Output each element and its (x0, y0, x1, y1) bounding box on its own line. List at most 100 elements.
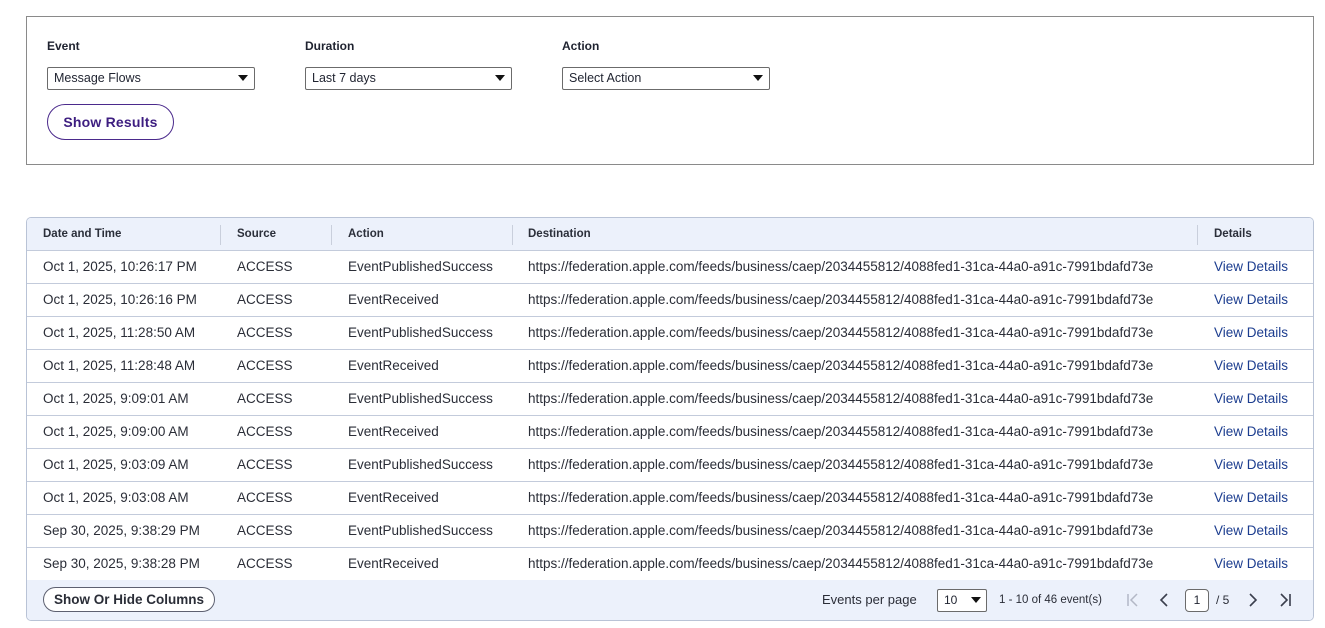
cell-destination: https://federation.apple.com/feeds/busin… (528, 424, 1154, 439)
view-details-link[interactable]: View Details (1214, 317, 1288, 349)
duration-filter: Duration Last 7 days (305, 38, 513, 90)
table-footer: Show Or Hide Columns Events per page 10 … (27, 580, 1313, 620)
cell-source: ACCESS (237, 523, 293, 538)
chevron-left-icon[interactable] (1155, 591, 1173, 609)
action-filter-label: Action (562, 39, 600, 53)
view-details-link[interactable]: View Details (1214, 284, 1288, 316)
table-row: Oct 1, 2025, 9:03:09 AM ACCESS EventPubl… (27, 449, 1313, 482)
caret-down-icon (753, 75, 763, 81)
cell-source: ACCESS (237, 556, 293, 571)
cell-source: ACCESS (237, 292, 293, 307)
chevron-right-icon[interactable] (1244, 591, 1262, 609)
table-row: Sep 30, 2025, 9:38:28 PM ACCESS EventRec… (27, 548, 1313, 581)
table-row: Oct 1, 2025, 10:26:17 PM ACCESS EventPub… (27, 251, 1313, 284)
events-table: Date and Time Source Action Destination … (26, 217, 1314, 621)
cell-date: Oct 1, 2025, 9:09:00 AM (43, 424, 189, 439)
column-divider (220, 225, 221, 245)
cell-source: ACCESS (237, 391, 293, 406)
cell-date: Oct 1, 2025, 9:03:09 AM (43, 457, 189, 472)
event-select-value: Message Flows (54, 71, 141, 85)
table-row: Oct 1, 2025, 10:26:16 PM ACCESS EventRec… (27, 284, 1313, 317)
cell-action: EventPublishedSuccess (348, 457, 493, 472)
cell-action: EventReceived (348, 292, 439, 307)
filter-panel: Event Message Flows Duration Last 7 days… (26, 16, 1314, 165)
events-per-page-select[interactable]: 10 (937, 589, 987, 612)
caret-down-icon (971, 597, 981, 603)
cell-source: ACCESS (237, 424, 293, 439)
cell-destination: https://federation.apple.com/feeds/busin… (528, 523, 1154, 538)
view-details-link[interactable]: View Details (1214, 515, 1288, 547)
view-details-link[interactable]: View Details (1214, 482, 1288, 514)
cell-action: EventPublishedSuccess (348, 325, 493, 340)
cell-source: ACCESS (237, 259, 293, 274)
action-select[interactable]: Select Action (562, 67, 770, 90)
cell-destination: https://federation.apple.com/feeds/busin… (528, 556, 1154, 571)
view-details-link[interactable]: View Details (1214, 449, 1288, 481)
table-row: Sep 30, 2025, 9:38:29 PM ACCESS EventPub… (27, 515, 1313, 548)
caret-down-icon (495, 75, 505, 81)
cell-destination: https://federation.apple.com/feeds/busin… (528, 457, 1154, 472)
events-per-page-value: 10 (944, 593, 958, 607)
events-per-page-label: Events per page (822, 592, 917, 607)
caret-down-icon (238, 75, 248, 81)
cell-action: EventReceived (348, 424, 439, 439)
table-header: Date and Time Source Action Destination … (27, 218, 1313, 251)
pagination-range: 1 - 10 of 46 event(s) (999, 594, 1102, 606)
cell-destination: https://federation.apple.com/feeds/busin… (528, 391, 1154, 406)
cell-destination: https://federation.apple.com/feeds/busin… (528, 259, 1154, 274)
first-page-icon[interactable] (1124, 591, 1142, 609)
action-filter: Action Select Action (562, 38, 770, 90)
event-filter-label: Event (47, 39, 80, 53)
show-results-button[interactable]: Show Results (47, 104, 174, 140)
view-details-link[interactable]: View Details (1214, 350, 1288, 382)
cell-date: Sep 30, 2025, 9:38:28 PM (43, 556, 200, 571)
cell-action: EventPublishedSuccess (348, 259, 493, 274)
table-row: Oct 1, 2025, 9:03:08 AM ACCESS EventRece… (27, 482, 1313, 515)
cell-date: Oct 1, 2025, 11:28:48 AM (43, 358, 196, 373)
cell-destination: https://federation.apple.com/feeds/busin… (528, 358, 1154, 373)
event-filter: Event Message Flows (47, 38, 255, 90)
column-header-destination[interactable]: Destination (528, 218, 591, 251)
event-select[interactable]: Message Flows (47, 67, 255, 90)
cell-destination: https://federation.apple.com/feeds/busin… (528, 490, 1154, 505)
cell-date: Oct 1, 2025, 10:26:17 PM (43, 259, 197, 274)
page-total: / 5 (1216, 593, 1230, 607)
action-select-value: Select Action (569, 71, 642, 85)
cell-date: Oct 1, 2025, 10:26:16 PM (43, 292, 197, 307)
table-row: Oct 1, 2025, 9:09:00 AM ACCESS EventRece… (27, 416, 1313, 449)
duration-select[interactable]: Last 7 days (305, 67, 512, 90)
cell-date: Sep 30, 2025, 9:38:29 PM (43, 523, 200, 538)
cell-date: Oct 1, 2025, 9:03:08 AM (43, 490, 189, 505)
table-body: Oct 1, 2025, 10:26:17 PM ACCESS EventPub… (27, 251, 1313, 581)
column-header-date[interactable]: Date and Time (43, 218, 121, 251)
column-header-details: Details (1214, 228, 1252, 240)
page-number-input[interactable]: 1 (1185, 589, 1209, 612)
view-details-link[interactable]: View Details (1214, 383, 1288, 415)
view-details-link[interactable]: View Details (1214, 416, 1288, 448)
column-header-action[interactable]: Action (348, 218, 384, 251)
cell-source: ACCESS (237, 325, 293, 340)
cell-action: EventReceived (348, 556, 439, 571)
cell-action: EventReceived (348, 490, 439, 505)
cell-action: EventPublishedSuccess (348, 523, 493, 538)
column-divider (512, 225, 513, 245)
view-details-link[interactable]: View Details (1214, 548, 1288, 580)
cell-date: Oct 1, 2025, 11:28:50 AM (43, 325, 196, 340)
cell-source: ACCESS (237, 490, 293, 505)
table-row: Oct 1, 2025, 9:09:01 AM ACCESS EventPubl… (27, 383, 1313, 416)
cell-date: Oct 1, 2025, 9:09:01 AM (43, 391, 189, 406)
table-row: Oct 1, 2025, 11:28:50 AM ACCESS EventPub… (27, 317, 1313, 350)
column-divider (1197, 225, 1198, 245)
view-details-link[interactable]: View Details (1214, 251, 1288, 283)
cell-action: EventReceived (348, 358, 439, 373)
duration-select-value: Last 7 days (312, 71, 376, 85)
cell-action: EventPublishedSuccess (348, 391, 493, 406)
cell-source: ACCESS (237, 457, 293, 472)
column-divider (331, 225, 332, 245)
table-row: Oct 1, 2025, 11:28:48 AM ACCESS EventRec… (27, 350, 1313, 383)
last-page-icon[interactable] (1276, 591, 1294, 609)
show-hide-columns-button[interactable]: Show Or Hide Columns (43, 587, 215, 612)
cell-destination: https://federation.apple.com/feeds/busin… (528, 325, 1154, 340)
column-header-source[interactable]: Source (237, 218, 276, 251)
duration-filter-label: Duration (305, 39, 355, 53)
